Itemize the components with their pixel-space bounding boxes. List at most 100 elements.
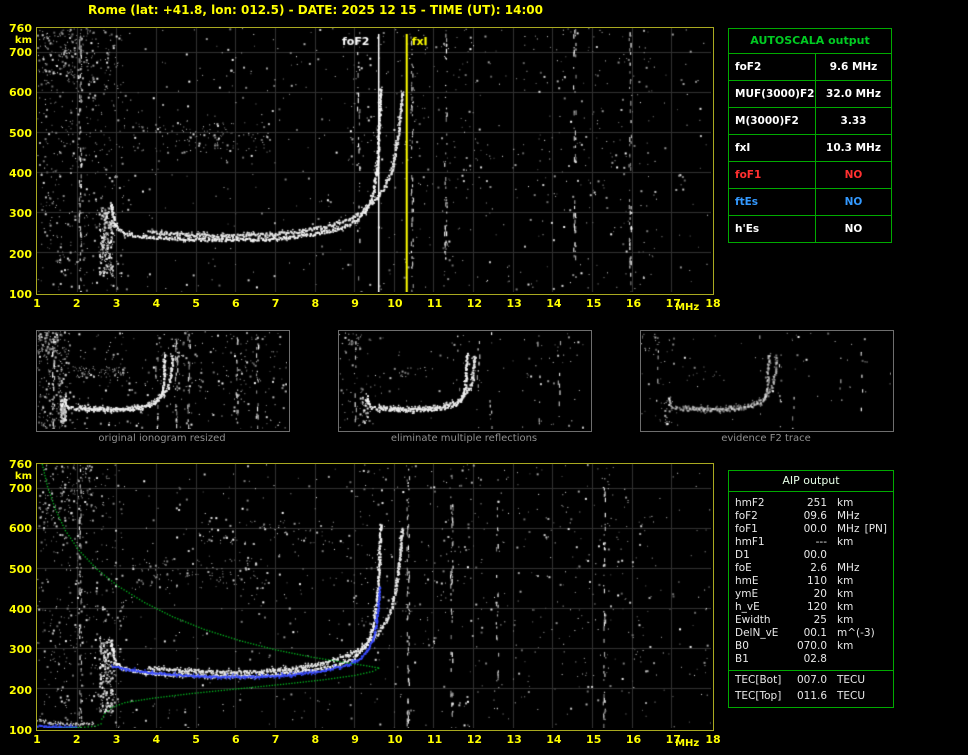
thumbnail-original-ionogram xyxy=(36,330,290,432)
param-name: DelN_vE xyxy=(735,627,779,639)
x-axis-tick: 11 xyxy=(426,733,443,746)
param-value: 3.33 xyxy=(840,115,867,127)
param-value: 007.0 xyxy=(796,674,827,686)
x-axis-tick: 5 xyxy=(192,297,200,310)
param-name: B0 xyxy=(735,640,749,652)
y-axis-tick: 400 xyxy=(9,167,32,181)
table-row: TEC[Top] 011.6 TECU xyxy=(729,690,893,703)
param-unit: km xyxy=(837,536,854,548)
table-row: B0 070.0 km xyxy=(729,640,893,653)
y-axis-tick: 700 xyxy=(9,46,32,60)
param-unit: km xyxy=(837,614,854,626)
x-axis-tick: 7 xyxy=(271,297,280,310)
y-axis-tick: 500 xyxy=(9,126,32,140)
param-value: 011.6 xyxy=(796,690,827,702)
param-unit: m^(-3) xyxy=(837,627,875,639)
param-name: hmF2 xyxy=(735,497,765,509)
param-name: foF1 xyxy=(735,523,758,535)
x-axis-tick: 18 xyxy=(705,733,721,746)
x-axis-tick: 3 xyxy=(112,297,121,310)
x-axis-tick: 4 xyxy=(152,297,161,310)
autoscala-output-table: AUTOSCALA output foF2 9.6 MHz MUF(3000)F… xyxy=(728,28,892,243)
page-title: Rome (lat: +41.8, lon: 012.5) - DATE: 20… xyxy=(88,3,543,17)
param-value: 25 xyxy=(813,614,827,626)
x-axis-tick: 8 xyxy=(311,733,320,746)
y-axis-tick: 600 xyxy=(9,86,32,100)
x-axis-tick: 4 xyxy=(152,733,161,746)
param-unit: km xyxy=(837,588,854,600)
param-name: foF2 xyxy=(735,510,758,522)
param-unit xyxy=(827,549,837,562)
param-name: hmF1 xyxy=(735,536,765,548)
x-axis-tick: 16 xyxy=(625,297,642,310)
param-name: hmE xyxy=(735,575,759,587)
thumbnail-caption: evidence F2 trace xyxy=(721,433,811,444)
param-unit: TECU xyxy=(837,690,866,702)
y-axis-tick: 200 xyxy=(9,683,32,697)
x-axis-tick: 17 xyxy=(665,297,681,310)
param-name: TEC[Top] xyxy=(735,690,782,702)
table-row: h_vE 120 km xyxy=(729,601,893,614)
param-unit: MHz xyxy=(837,562,860,574)
param-name: D1 xyxy=(735,549,750,561)
y-axis-unit-label: km xyxy=(14,471,32,482)
x-axis-tick: 3 xyxy=(112,733,121,746)
thumbnail-canvas xyxy=(37,331,287,429)
x-axis-tick: 10 xyxy=(387,297,403,310)
bottom-ionogram-panel: 760 700 600 500 400 300 200 100 km 1 2 3 4 5 6 7 8 9 10 11 1… xyxy=(9,458,721,749)
bottom-ionogram-canvas xyxy=(37,464,711,728)
y-axis-tick: 600 xyxy=(9,522,32,536)
y-axis-tick: 200 xyxy=(9,247,32,261)
table-row: foE 2.6 MHz xyxy=(729,562,893,575)
param-unit xyxy=(827,653,837,666)
thumbnail-caption: eliminate multiple reflections xyxy=(390,433,538,444)
param-value: 09.6 xyxy=(803,510,827,522)
param-value: NO xyxy=(844,196,863,208)
table-row: M(3000)F2 3.33 xyxy=(729,108,891,135)
x-axis-tick: 9 xyxy=(351,297,359,310)
x-axis-tick: 7 xyxy=(271,733,280,746)
table-row: ftEs NO xyxy=(729,189,891,216)
aip-table-body: hmF2 251 km foF2 09.6 MHz foF1 00.0 MHz [PN] hm… xyxy=(729,492,893,707)
param-name: Ewidth xyxy=(735,614,771,626)
param-unit: km xyxy=(837,601,854,613)
table-row: foF2 09.6 MHz xyxy=(729,510,893,523)
table-row: ymE 20 km xyxy=(729,588,893,601)
param-value: 00.0 xyxy=(803,549,827,561)
param-label: M(3000)F2 xyxy=(729,108,816,134)
param-label: foF2 xyxy=(729,54,816,80)
table-row: hmF2 251 km xyxy=(729,497,893,510)
table-row: hmE 110 km xyxy=(729,575,893,588)
param-value: 10.3 MHz xyxy=(826,142,881,154)
param-unit: MHz xyxy=(837,523,860,535)
x-axis-tick: 2 xyxy=(72,297,81,310)
param-value: 110 xyxy=(806,575,827,587)
thumbnail-evidence-f2-trace xyxy=(640,330,894,432)
param-value: 120 xyxy=(806,601,827,613)
x-axis-tick: 8 xyxy=(311,297,320,310)
top-ionogram-panel: 760 700 600 500 400 300 200 100 km 1 2 3 4 5 6 7 8 9 10 11 1… xyxy=(9,22,721,313)
y-axis-tick: 760 xyxy=(9,22,32,35)
param-label: foF1 xyxy=(729,162,816,188)
x-axis-tick: 18 xyxy=(705,297,721,310)
param-value: 2.6 xyxy=(810,562,827,574)
table-row: Ewidth 25 km xyxy=(729,614,893,627)
table-row: TEC[Bot] 007.0 TECU xyxy=(729,670,893,690)
aip-output-table: AIP output hmF2 251 km foF2 09.6 MHz foF1 00.… xyxy=(728,470,894,708)
x-axis-tick: 2 xyxy=(72,733,81,746)
x-axis-tick: 15 xyxy=(586,733,602,746)
thumbnail-multiple-reflections-removed xyxy=(338,330,592,432)
x-axis-tick: 6 xyxy=(231,733,240,746)
param-unit: km xyxy=(837,640,854,652)
x-axis-tick: 1 xyxy=(33,297,41,310)
param-value: 32.0 MHz xyxy=(826,88,881,100)
x-axis-tick: 17 xyxy=(665,733,681,746)
thumbnail-caption: original ionogram resized xyxy=(98,433,226,444)
x-axis-tick: 12 xyxy=(466,297,483,310)
table-row: DelN_vE 00.1 m^(-3) xyxy=(729,627,893,640)
thumbnail-canvas xyxy=(339,331,589,429)
autoscala-table-header: AUTOSCALA output xyxy=(729,29,891,54)
table-row: foF1 00.0 MHz [PN] xyxy=(729,523,893,536)
param-value: 070.0 xyxy=(796,640,827,652)
y-axis-tick: 760 xyxy=(9,458,32,471)
